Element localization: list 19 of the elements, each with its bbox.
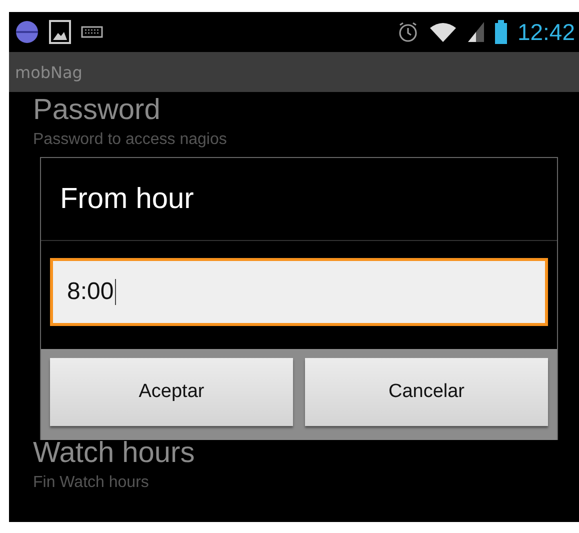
wifi-icon [429, 21, 458, 43]
preference-item[interactable]: Password Password to access nagios [33, 94, 579, 149]
preference-summary: Fin Watch hours [33, 474, 150, 492]
preference-summary: Password to access nagios [33, 131, 228, 149]
preference-title: Password [33, 94, 162, 127]
keyboard-icon [81, 25, 103, 39]
signal-icon [467, 21, 486, 43]
preference-title: Watch hours [33, 437, 196, 470]
dialog-button[interactable]: Cancelar [305, 358, 548, 426]
alarm-clock-icon [397, 21, 420, 43]
input-field[interactable]: 8:00 [50, 258, 548, 326]
app-title: mobNag [15, 62, 82, 82]
image-icon [49, 20, 71, 44]
clock-time: 12:42 [517, 18, 575, 46]
battery-icon [495, 20, 508, 44]
circle-icon [15, 20, 39, 44]
dialog-button[interactable]: Aceptar [50, 358, 293, 426]
preference-item[interactable]: Watch hours Fin Watch hours [33, 437, 579, 492]
dialog-title: From hour [60, 182, 194, 216]
